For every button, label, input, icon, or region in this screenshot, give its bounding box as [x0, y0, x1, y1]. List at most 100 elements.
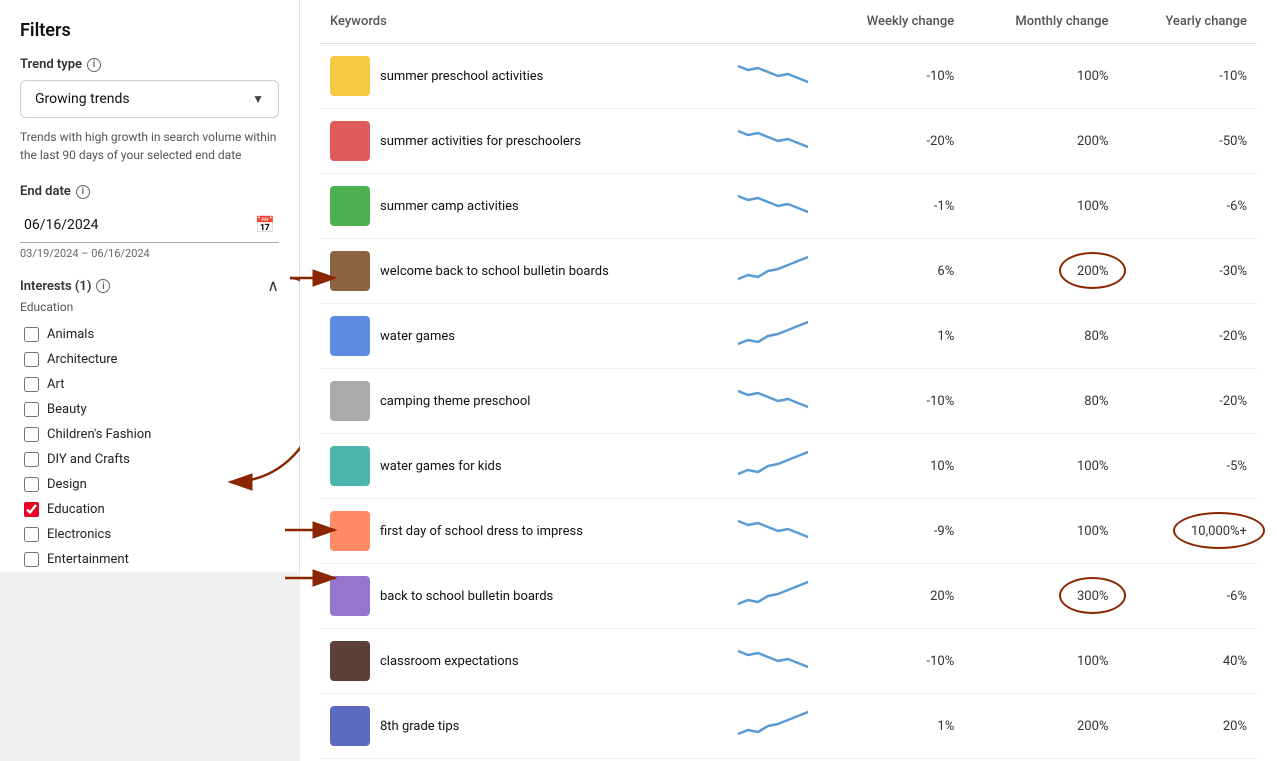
- monthly-cell: 100%: [964, 629, 1118, 694]
- weekly-value: 1%: [818, 304, 965, 369]
- end-date-section: End date i 06/16/2024 📅 03/19/2024 – 06/…: [20, 184, 279, 260]
- checkbox-label: Children's Fashion: [47, 427, 151, 442]
- checkbox-item-diy-and-crafts[interactable]: DIY and Crafts: [20, 447, 279, 472]
- yearly-cell: 20%: [1118, 694, 1257, 759]
- checkbox-beauty[interactable]: [24, 402, 39, 417]
- circled-yearly: 10,000%+: [1191, 524, 1247, 539]
- checkbox-item-design[interactable]: Design: [20, 472, 279, 497]
- keyword-text: water games for kids: [380, 459, 502, 474]
- checkbox-item-art[interactable]: Art: [20, 372, 279, 397]
- yearly-value: 40%: [1223, 654, 1247, 669]
- weekly-value: 6%: [818, 239, 965, 304]
- yearly-cell: -30%: [1118, 239, 1257, 304]
- monthly-cell: 100%: [964, 499, 1118, 564]
- sparkline-cell: [728, 629, 818, 694]
- checkbox-diy-and-crafts[interactable]: [24, 452, 39, 467]
- interests-info-icon[interactable]: i: [96, 279, 110, 293]
- table-wrapper: Keywords Weekly change Monthly change Ye…: [300, 0, 1277, 759]
- table-row: welcome back to school bulletin boards 6…: [320, 239, 1257, 304]
- keyword-text: summer camp activities: [380, 199, 519, 214]
- sparkline-cell: [728, 174, 818, 239]
- yearly-value: -20%: [1219, 394, 1247, 409]
- checkbox-education[interactable]: [24, 502, 39, 517]
- monthly-cell: 300%: [964, 564, 1118, 629]
- keyword-text: summer activities for preschoolers: [380, 134, 581, 149]
- checkbox-children's-fashion[interactable]: [24, 427, 39, 442]
- keyword-cell: 8th grade tips: [320, 694, 728, 759]
- col-chart: [728, 0, 818, 44]
- weekly-value: -9%: [818, 499, 965, 564]
- checkbox-label: Entertainment: [47, 552, 129, 567]
- weekly-value: 1%: [818, 694, 965, 759]
- weekly-value: -10%: [818, 369, 965, 434]
- checkbox-label: Beauty: [47, 402, 87, 417]
- monthly-value: 200%: [1077, 134, 1108, 149]
- sparkline-cell: [728, 564, 818, 629]
- checkbox-label: Electronics: [47, 527, 111, 542]
- keyword-thumbnail: [330, 316, 370, 356]
- weekly-value: 10%: [818, 434, 965, 499]
- table-row: classroom expectations -10% 100% 40%: [320, 629, 1257, 694]
- interests-checkbox-list: Animals Architecture Art Beauty Children's F…: [20, 322, 279, 572]
- monthly-value: 100%: [1077, 524, 1108, 539]
- checkbox-entertainment[interactable]: [24, 552, 39, 567]
- sparkline-cell: [728, 434, 818, 499]
- checkbox-electronics[interactable]: [24, 527, 39, 542]
- checkbox-item-beauty[interactable]: Beauty: [20, 397, 279, 422]
- checkbox-item-architecture[interactable]: Architecture: [20, 347, 279, 372]
- weekly-value: -1%: [818, 174, 965, 239]
- interests-sublabel: Education: [20, 300, 279, 314]
- keyword-text: classroom expectations: [380, 654, 519, 669]
- col-weekly: Weekly change: [818, 0, 965, 44]
- end-date-info-icon[interactable]: i: [76, 185, 90, 199]
- collapse-interests-button[interactable]: ∧: [267, 276, 279, 296]
- checkbox-label: Architecture: [47, 352, 117, 367]
- keyword-cell: summer camp activities: [320, 174, 728, 239]
- checkbox-item-education[interactable]: Education: [20, 497, 279, 522]
- checkbox-architecture[interactable]: [24, 352, 39, 367]
- weekly-value: -10%: [818, 629, 965, 694]
- interests-label: Interests (1) i: [20, 279, 110, 294]
- keyword-thumbnail: [330, 381, 370, 421]
- checkbox-item-animals[interactable]: Animals: [20, 322, 279, 347]
- checkbox-art[interactable]: [24, 377, 39, 392]
- monthly-value: 100%: [1077, 69, 1108, 84]
- yearly-cell: 40%: [1118, 629, 1257, 694]
- yearly-cell: -50%: [1118, 109, 1257, 174]
- keyword-text: summer preschool activities: [380, 69, 543, 84]
- checkbox-item-children's-fashion[interactable]: Children's Fashion: [20, 422, 279, 447]
- keyword-thumbnail: [330, 121, 370, 161]
- trend-type-dropdown[interactable]: Growing trends ▼: [20, 80, 279, 118]
- table-row: first day of school dress to impress -9%…: [320, 499, 1257, 564]
- yearly-cell: -6%: [1118, 174, 1257, 239]
- checkbox-label: DIY and Crafts: [47, 452, 130, 467]
- yearly-value: -10%: [1219, 69, 1247, 84]
- checkbox-label: Design: [47, 477, 87, 492]
- checkbox-item-entertainment[interactable]: Entertainment: [20, 547, 279, 572]
- keyword-cell: classroom expectations: [320, 629, 728, 694]
- monthly-value: 100%: [1077, 459, 1108, 474]
- calendar-icon[interactable]: 📅: [255, 215, 275, 234]
- yearly-value: -5%: [1227, 459, 1247, 474]
- date-input[interactable]: 06/16/2024 📅: [20, 207, 279, 243]
- trend-type-info-icon[interactable]: i: [87, 58, 101, 72]
- keyword-cell: summer activities for preschoolers: [320, 109, 728, 174]
- checkbox-design[interactable]: [24, 477, 39, 492]
- checkbox-item-electronics[interactable]: Electronics: [20, 522, 279, 547]
- weekly-value: -10%: [818, 44, 965, 109]
- checkbox-animals[interactable]: [24, 327, 39, 342]
- main-content: Keywords Weekly change Monthly change Ye…: [300, 0, 1277, 761]
- monthly-cell: 80%: [964, 369, 1118, 434]
- col-yearly: Yearly change: [1118, 0, 1257, 44]
- keyword-thumbnail: [330, 186, 370, 226]
- keyword-text: first day of school dress to impress: [380, 524, 583, 539]
- keyword-thumbnail: [330, 446, 370, 486]
- col-keywords: Keywords: [320, 0, 728, 44]
- yearly-value: -6%: [1227, 589, 1247, 604]
- monthly-value: 80%: [1084, 394, 1108, 409]
- keyword-thumbnail: [330, 511, 370, 551]
- monthly-value: 80%: [1084, 329, 1108, 344]
- keyword-thumbnail: [330, 641, 370, 681]
- trend-type-label: Trend type i: [20, 57, 279, 72]
- keyword-thumbnail: [330, 251, 370, 291]
